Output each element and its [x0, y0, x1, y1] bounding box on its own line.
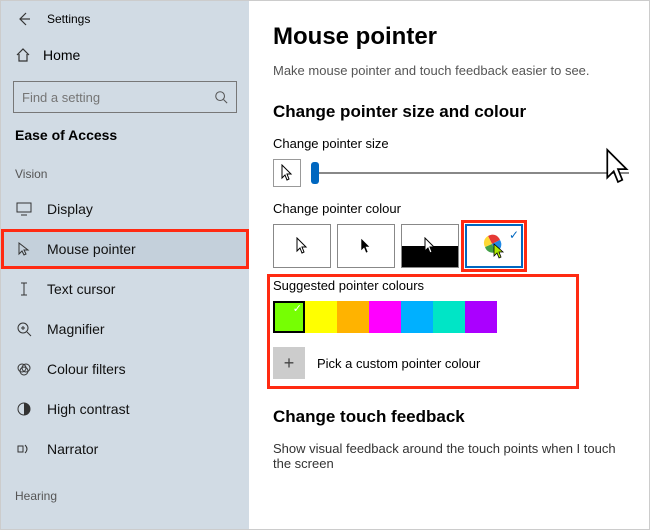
home-nav[interactable]: Home [1, 37, 249, 73]
sidebar-item-magnifier[interactable]: Magnifier [1, 309, 249, 349]
colour-tile-white[interactable] [273, 224, 331, 268]
slider-track [311, 172, 629, 174]
category-title: Ease of Access [1, 127, 249, 157]
touch-desc: Show visual feedback around the touch po… [273, 441, 629, 471]
home-icon [15, 47, 31, 63]
sidebar-item-mouse-pointer[interactable]: Mouse pointer [1, 229, 249, 269]
high-contrast-icon [15, 401, 33, 417]
page-subtitle: Make mouse pointer and touch feedback ea… [273, 63, 629, 78]
size-preview-large [603, 147, 633, 187]
group-vision: Vision [1, 157, 249, 189]
size-preview-small [273, 159, 301, 187]
main-content: Mouse pointer Make mouse pointer and tou… [249, 1, 649, 529]
custom-colour-button[interactable]: + Pick a custom pointer colour [273, 347, 629, 379]
size-label: Change pointer size [273, 136, 629, 151]
swatch-amber[interactable] [337, 301, 369, 333]
suggested-colours-section: Suggested pointer colours + Pick a custo… [273, 278, 629, 381]
colour-tile-custom[interactable]: ✓ [465, 224, 523, 268]
swatch-magenta[interactable] [369, 301, 401, 333]
search-icon [214, 90, 228, 104]
section-size-colour: Change pointer size and colour [273, 102, 629, 122]
suggested-label: Suggested pointer colours [273, 278, 629, 293]
check-icon: ✓ [509, 228, 519, 242]
text-cursor-icon [15, 281, 33, 297]
sidebar-item-label: Magnifier [47, 321, 105, 337]
colour-tile-inverted[interactable] [401, 224, 459, 268]
settings-window: Settings Home Ease of Access Vision Disp… [0, 0, 650, 530]
back-button[interactable] [7, 2, 41, 36]
sidebar-item-display[interactable]: Display [1, 189, 249, 229]
sidebar-item-narrator[interactable]: Narrator [1, 429, 249, 469]
group-hearing: Hearing [1, 479, 249, 511]
page-title: Mouse pointer [273, 23, 629, 51]
pointer-size-slider[interactable] [311, 161, 629, 185]
pointer-size-control [273, 159, 629, 187]
sidebar-item-label: Colour filters [47, 361, 126, 377]
sidebar-item-label: High contrast [47, 401, 129, 417]
sidebar-item-text-cursor[interactable]: Text cursor [1, 269, 249, 309]
sidebar-item-label: Text cursor [47, 281, 115, 297]
sidebar: Settings Home Ease of Access Vision Disp… [1, 1, 249, 529]
swatch-purple[interactable] [465, 301, 497, 333]
search-box[interactable] [13, 81, 237, 113]
sidebar-item-colour-filters[interactable]: Colour filters [1, 349, 249, 389]
search-input[interactable] [22, 90, 214, 105]
sidebar-item-label: Narrator [47, 441, 98, 457]
swatch-lime[interactable] [273, 301, 305, 333]
colour-label: Change pointer colour [273, 201, 629, 216]
titlebar: Settings [1, 1, 249, 37]
slider-thumb[interactable] [311, 162, 319, 184]
magnifier-icon [15, 321, 33, 337]
colour-filters-icon [15, 361, 33, 377]
display-icon [15, 202, 33, 216]
touch-title: Change touch feedback [273, 407, 629, 427]
colour-tile-black[interactable] [337, 224, 395, 268]
touch-feedback-section: Change touch feedback Show visual feedba… [273, 407, 629, 471]
custom-colour-label: Pick a custom pointer colour [317, 356, 480, 371]
pointer-colour-options: ✓ [273, 224, 629, 268]
swatch-teal[interactable] [433, 301, 465, 333]
home-label: Home [43, 47, 80, 63]
narrator-icon [15, 441, 33, 457]
sidebar-item-label: Display [47, 201, 93, 217]
plus-icon: + [273, 347, 305, 379]
sidebar-item-high-contrast[interactable]: High contrast [1, 389, 249, 429]
app-title: Settings [47, 12, 90, 26]
swatch-yellow[interactable] [305, 301, 337, 333]
mouse-pointer-icon [15, 241, 33, 257]
sidebar-item-label: Mouse pointer [47, 241, 136, 257]
swatch-blue[interactable] [401, 301, 433, 333]
suggested-swatches [273, 301, 629, 333]
